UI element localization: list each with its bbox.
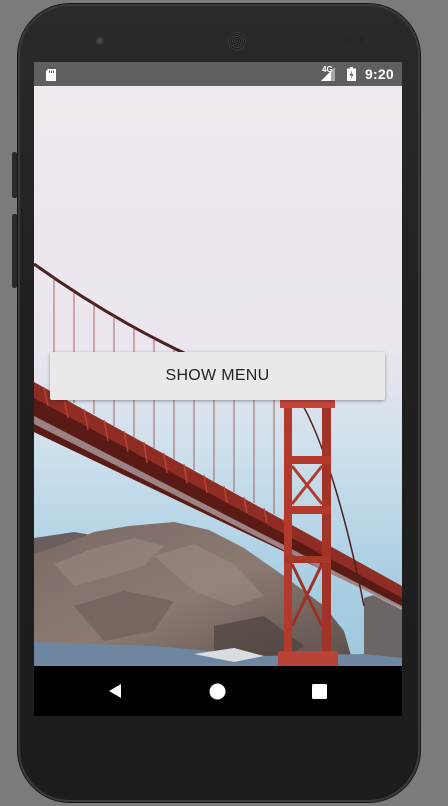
earpiece-speaker	[228, 32, 246, 50]
signal-icon	[321, 67, 335, 84]
show-menu-button[interactable]: SHOW MENU	[50, 352, 385, 400]
status-bar: 4G 9:20	[34, 62, 402, 86]
app-content: SHOW MENU	[34, 86, 402, 666]
sd-card-icon	[46, 68, 56, 84]
front-camera	[96, 37, 105, 46]
proximity-sensor	[344, 37, 350, 43]
status-clock: 9:20	[365, 66, 394, 82]
light-sensor	[358, 37, 364, 43]
volume-button	[12, 214, 17, 288]
navigation-bar	[34, 666, 402, 716]
device-screen: 4G 9:20 SHOW MENU	[34, 62, 402, 716]
battery-icon	[347, 67, 356, 84]
recents-icon[interactable]	[312, 684, 327, 704]
power-button	[12, 152, 17, 198]
back-icon[interactable]	[107, 683, 123, 704]
home-icon[interactable]	[209, 683, 226, 705]
